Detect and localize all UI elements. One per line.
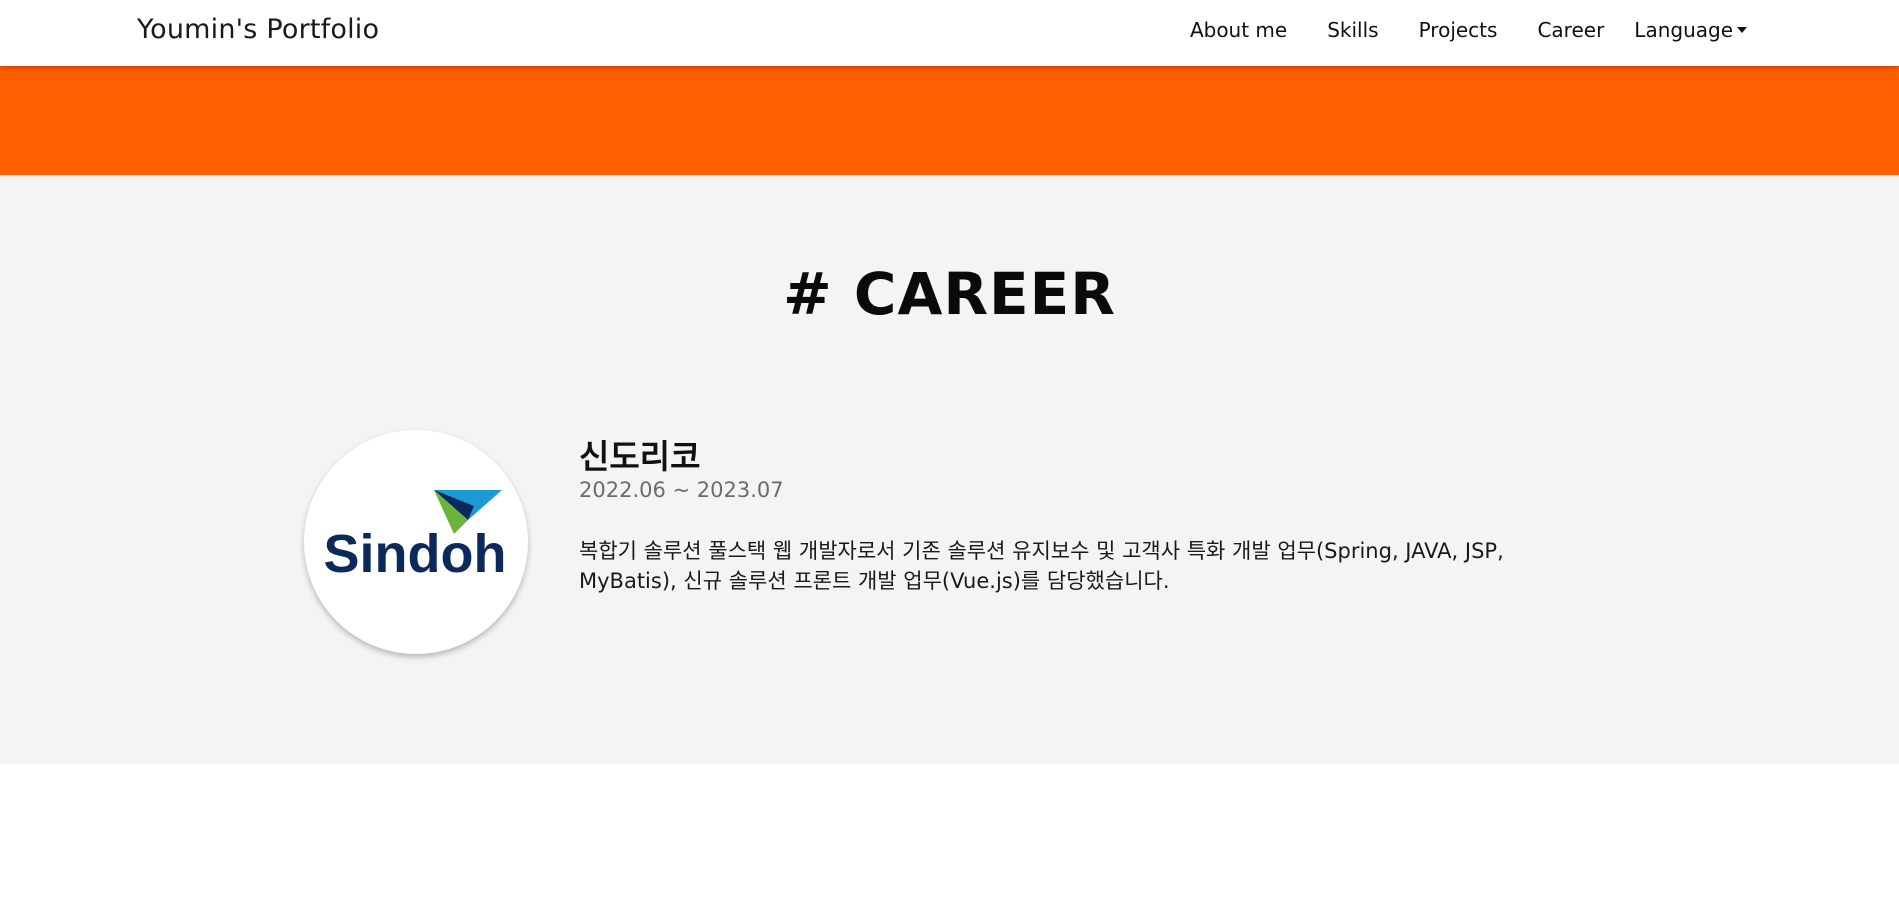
- navbar: Youmin's Portfolio About me Skills Proje…: [0, 0, 1899, 66]
- career-description: 복합기 솔루션 풀스택 웹 개발자로서 기존 솔루션 유지보수 및 고객사 특화…: [579, 539, 1504, 593]
- nav-link-projects[interactable]: Projects: [1419, 18, 1498, 42]
- career-section: # CAREER Sindoh 신도리코 2022.06 ~ 2023.07 복…: [0, 175, 1899, 764]
- nav-link-skills[interactable]: Skills: [1327, 18, 1378, 42]
- company-logo: Sindoh: [304, 430, 528, 654]
- language-label: Language: [1634, 18, 1733, 42]
- caret-down-icon: [1737, 27, 1747, 33]
- career-period: 2022.06 ~ 2023.07: [579, 478, 784, 502]
- language-dropdown[interactable]: Language: [1634, 18, 1747, 42]
- orange-banner: [0, 66, 1899, 175]
- nav-link-about-me[interactable]: About me: [1190, 18, 1287, 42]
- page: Youmin's Portfolio About me Skills Proje…: [0, 0, 1899, 914]
- nav-link-career[interactable]: Career: [1537, 18, 1604, 42]
- company-name: 신도리코: [579, 437, 701, 476]
- brand-link[interactable]: Youmin's Portfolio: [137, 14, 379, 45]
- nav-links: About me Skills Projects Career Language: [1190, 18, 1747, 42]
- section-title: # CAREER: [783, 260, 1116, 328]
- sindoh-logo-text: Sindoh: [324, 524, 507, 584]
- sindoh-logo-graphic: Sindoh: [324, 490, 507, 584]
